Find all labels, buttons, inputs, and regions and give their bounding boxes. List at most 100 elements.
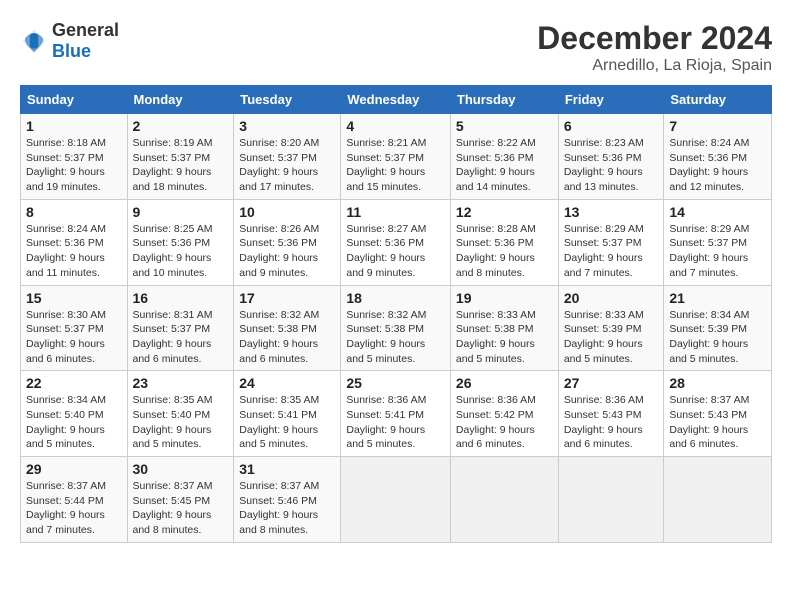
- calendar-cell: 18 Sunrise: 8:32 AMSunset: 5:38 PMDayligh…: [341, 285, 451, 371]
- calendar-cell: 1Sunrise: 8:18 AMSunset: 5:37 PMDaylight…: [21, 114, 128, 200]
- header-wednesday: Wednesday: [341, 86, 451, 114]
- cell-content: Sunrise: 8:34 AMSunset: 5:39 PMDaylight:…: [669, 308, 766, 367]
- calendar-cell: 14 Sunrise: 8:29 AMSunset: 5:37 PMDayligh…: [664, 199, 772, 285]
- day-number: 17: [239, 290, 335, 306]
- cell-content: Sunrise: 8:28 AMSunset: 5:36 PMDaylight:…: [456, 222, 553, 281]
- day-number: 9: [133, 204, 229, 220]
- day-number: 5: [456, 118, 553, 134]
- calendar-cell: 28Sunrise: 8:37 AMSunset: 5:43 PMDayligh…: [664, 371, 772, 457]
- day-number: 4: [346, 118, 445, 134]
- calendar-cell: 19Sunrise: 8:33 AMSunset: 5:38 PMDayligh…: [450, 285, 558, 371]
- day-number: 10: [239, 204, 335, 220]
- cell-content: Sunrise: 8:33 AMSunset: 5:39 PMDaylight:…: [564, 308, 659, 367]
- cell-content: Sunrise: 8:23 AMSunset: 5:36 PMDaylight:…: [564, 136, 659, 195]
- day-number: 16: [133, 290, 229, 306]
- calendar-cell: 2 Sunrise: 8:19 AMSunset: 5:37 PMDaylight…: [127, 114, 234, 200]
- logo-text: General Blue: [52, 20, 119, 62]
- week-row-3: 22 Sunrise: 8:34 AMSunset: 5:40 PMDayligh…: [21, 371, 772, 457]
- day-number: 14: [669, 204, 766, 220]
- calendar-cell: [664, 457, 772, 543]
- cell-content: Sunrise: 8:24 AMSunset: 5:36 PMDaylight:…: [26, 222, 122, 281]
- calendar-cell: 20 Sunrise: 8:33 AMSunset: 5:39 PMDayligh…: [558, 285, 664, 371]
- calendar-cell: 30 Sunrise: 8:37 AMSunset: 5:45 PMDayligh…: [127, 457, 234, 543]
- calendar-cell: 22 Sunrise: 8:34 AMSunset: 5:40 PMDayligh…: [21, 371, 128, 457]
- calendar-cell: 10 Sunrise: 8:26 AMSunset: 5:36 PMDayligh…: [234, 199, 341, 285]
- cell-content: Sunrise: 8:32 AMSunset: 5:38 PMDaylight:…: [239, 308, 335, 367]
- page-header: General Blue December 2024 Arnedillo, La…: [20, 20, 772, 75]
- calendar-cell: 21Sunrise: 8:34 AMSunset: 5:39 PMDayligh…: [664, 285, 772, 371]
- header-tuesday: Tuesday: [234, 86, 341, 114]
- day-number: 3: [239, 118, 335, 134]
- cell-content: Sunrise: 8:34 AMSunset: 5:40 PMDaylight:…: [26, 393, 122, 452]
- cell-content: Sunrise: 8:19 AMSunset: 5:37 PMDaylight:…: [133, 136, 229, 195]
- cell-content: Sunrise: 8:22 AMSunset: 5:36 PMDaylight:…: [456, 136, 553, 195]
- calendar-cell: 5 Sunrise: 8:22 AMSunset: 5:36 PMDaylight…: [450, 114, 558, 200]
- calendar-cell: 11 Sunrise: 8:27 AMSunset: 5:36 PMDayligh…: [341, 199, 451, 285]
- calendar-cell: 16Sunrise: 8:31 AMSunset: 5:37 PMDayligh…: [127, 285, 234, 371]
- logo-blue: Blue: [52, 41, 91, 61]
- logo-icon: [20, 27, 48, 55]
- week-row-0: 1Sunrise: 8:18 AMSunset: 5:37 PMDaylight…: [21, 114, 772, 200]
- calendar-cell: 29 Sunrise: 8:37 AMSunset: 5:44 PMDayligh…: [21, 457, 128, 543]
- day-number: 25: [346, 375, 445, 391]
- day-number: 12: [456, 204, 553, 220]
- day-number: 7: [669, 118, 766, 134]
- day-number: 2: [133, 118, 229, 134]
- day-number: 22: [26, 375, 122, 391]
- day-number: 24: [239, 375, 335, 391]
- day-number: 20: [564, 290, 659, 306]
- calendar-cell: 15 Sunrise: 8:30 AMSunset: 5:37 PMDayligh…: [21, 285, 128, 371]
- cell-content: Sunrise: 8:37 AMSunset: 5:44 PMDaylight:…: [26, 479, 122, 538]
- calendar-cell: 26 Sunrise: 8:36 AMSunset: 5:42 PMDayligh…: [450, 371, 558, 457]
- cell-content: Sunrise: 8:36 AMSunset: 5:43 PMDaylight:…: [564, 393, 659, 452]
- calendar-cell: 8 Sunrise: 8:24 AMSunset: 5:36 PMDaylight…: [21, 199, 128, 285]
- day-number: 23: [133, 375, 229, 391]
- day-number: 30: [133, 461, 229, 477]
- calendar-cell: 12 Sunrise: 8:28 AMSunset: 5:36 PMDayligh…: [450, 199, 558, 285]
- title-block: December 2024 Arnedillo, La Rioja, Spain: [537, 20, 772, 75]
- week-row-2: 15 Sunrise: 8:30 AMSunset: 5:37 PMDayligh…: [21, 285, 772, 371]
- header-saturday: Saturday: [664, 86, 772, 114]
- cell-content: Sunrise: 8:35 AMSunset: 5:41 PMDaylight:…: [239, 393, 335, 452]
- calendar-cell: 3 Sunrise: 8:20 AMSunset: 5:37 PMDaylight…: [234, 114, 341, 200]
- cell-content: Sunrise: 8:36 AMSunset: 5:42 PMDaylight:…: [456, 393, 553, 452]
- day-number: 31: [239, 461, 335, 477]
- day-number: 13: [564, 204, 659, 220]
- calendar-cell: 25 Sunrise: 8:36 AMSunset: 5:41 PMDayligh…: [341, 371, 451, 457]
- cell-content: Sunrise: 8:21 AMSunset: 5:37 PMDaylight:…: [346, 136, 445, 195]
- cell-content: Sunrise: 8:20 AMSunset: 5:37 PMDaylight:…: [239, 136, 335, 195]
- cell-content: Sunrise: 8:37 AMSunset: 5:46 PMDaylight:…: [239, 479, 335, 538]
- calendar-header-row: SundayMondayTuesdayWednesdayThursdayFrid…: [21, 86, 772, 114]
- cell-content: Sunrise: 8:26 AMSunset: 5:36 PMDaylight:…: [239, 222, 335, 281]
- location-title: Arnedillo, La Rioja, Spain: [537, 57, 772, 75]
- calendar-cell: [450, 457, 558, 543]
- day-number: 18: [346, 290, 445, 306]
- calendar-cell: 31 Sunrise: 8:37 AMSunset: 5:46 PMDayligh…: [234, 457, 341, 543]
- cell-content: Sunrise: 8:18 AMSunset: 5:37 PMDaylight:…: [26, 136, 122, 195]
- day-number: 28: [669, 375, 766, 391]
- calendar-cell: [558, 457, 664, 543]
- logo-general: General: [52, 20, 119, 40]
- day-number: 6: [564, 118, 659, 134]
- cell-content: Sunrise: 8:30 AMSunset: 5:37 PMDaylight:…: [26, 308, 122, 367]
- day-number: 11: [346, 204, 445, 220]
- cell-content: Sunrise: 8:36 AMSunset: 5:41 PMDaylight:…: [346, 393, 445, 452]
- calendar-cell: 7Sunrise: 8:24 AMSunset: 5:36 PMDaylight…: [664, 114, 772, 200]
- day-number: 8: [26, 204, 122, 220]
- calendar-table: SundayMondayTuesdayWednesdayThursdayFrid…: [20, 85, 772, 543]
- logo: General Blue: [20, 20, 119, 62]
- week-row-4: 29 Sunrise: 8:37 AMSunset: 5:44 PMDayligh…: [21, 457, 772, 543]
- header-sunday: Sunday: [21, 86, 128, 114]
- day-number: 15: [26, 290, 122, 306]
- calendar-cell: 6 Sunrise: 8:23 AMSunset: 5:36 PMDaylight…: [558, 114, 664, 200]
- day-number: 26: [456, 375, 553, 391]
- calendar-cell: 13 Sunrise: 8:29 AMSunset: 5:37 PMDayligh…: [558, 199, 664, 285]
- day-number: 29: [26, 461, 122, 477]
- cell-content: Sunrise: 8:27 AMSunset: 5:36 PMDaylight:…: [346, 222, 445, 281]
- cell-content: Sunrise: 8:29 AMSunset: 5:37 PMDaylight:…: [669, 222, 766, 281]
- calendar-cell: 23Sunrise: 8:35 AMSunset: 5:40 PMDayligh…: [127, 371, 234, 457]
- month-title: December 2024: [537, 20, 772, 57]
- cell-content: Sunrise: 8:32 AMSunset: 5:38 PMDaylight:…: [346, 308, 445, 367]
- cell-content: Sunrise: 8:37 AMSunset: 5:45 PMDaylight:…: [133, 479, 229, 538]
- cell-content: Sunrise: 8:29 AMSunset: 5:37 PMDaylight:…: [564, 222, 659, 281]
